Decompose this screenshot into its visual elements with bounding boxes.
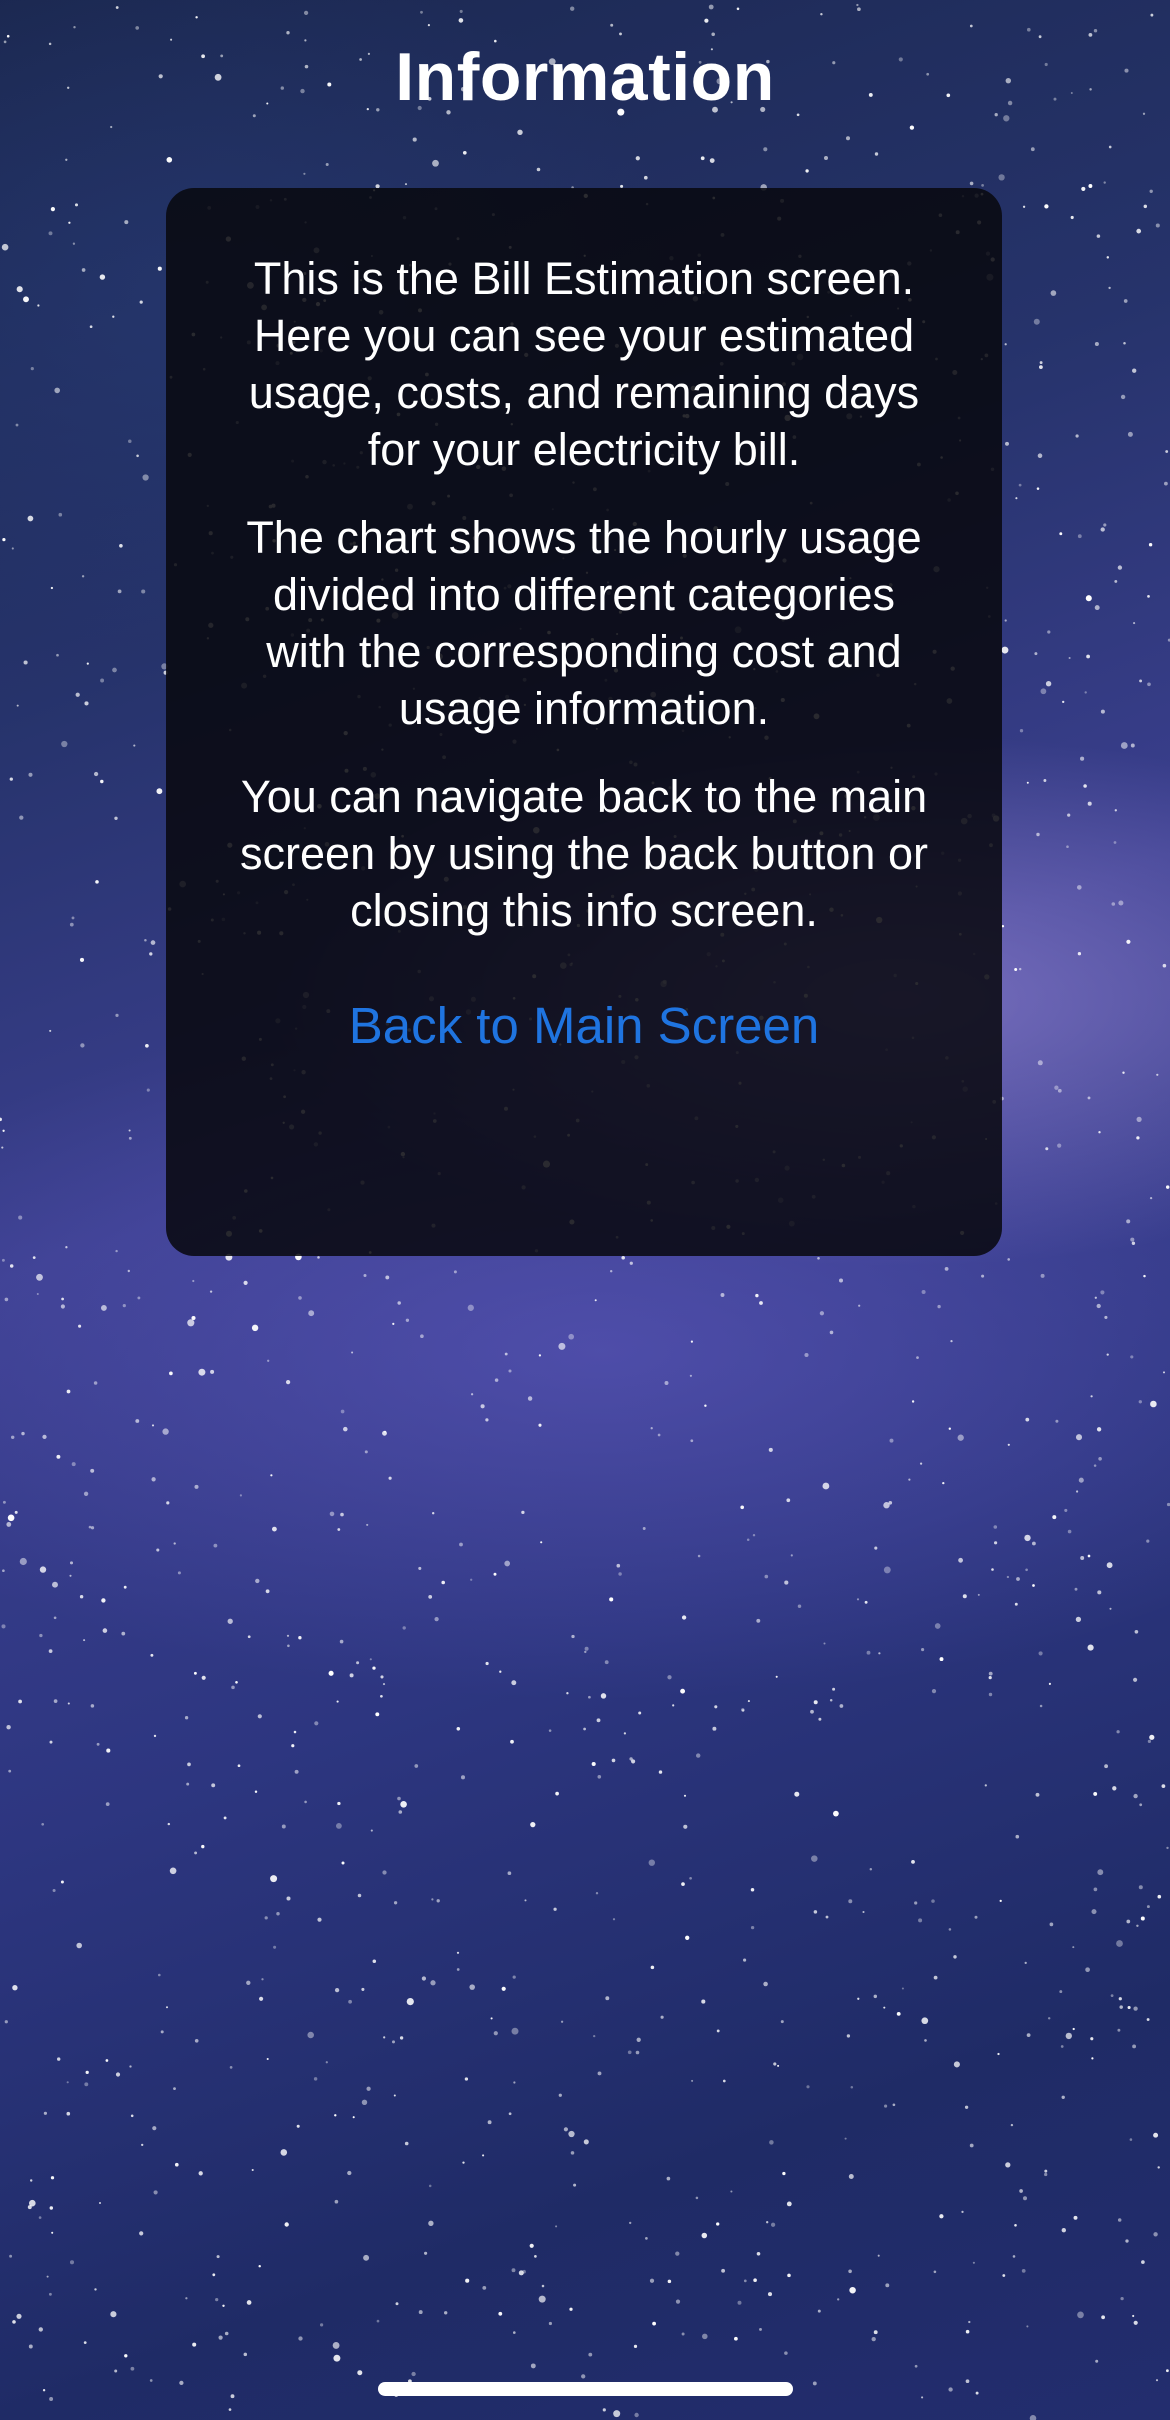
info-paragraph-navigation: You can navigate back to the main screen…: [240, 771, 928, 936]
page-title: Information: [395, 39, 775, 115]
back-to-main-screen-button[interactable]: Back to Main Screen: [349, 996, 820, 1055]
home-indicator[interactable]: [378, 2382, 793, 2396]
info-paragraph-chart: The chart shows the hourly usage divided…: [246, 512, 922, 734]
info-card: This is the Bill Estimation screen. Here…: [166, 188, 1002, 1256]
info-paragraph-intro: This is the Bill Estimation screen. Here…: [248, 253, 920, 475]
